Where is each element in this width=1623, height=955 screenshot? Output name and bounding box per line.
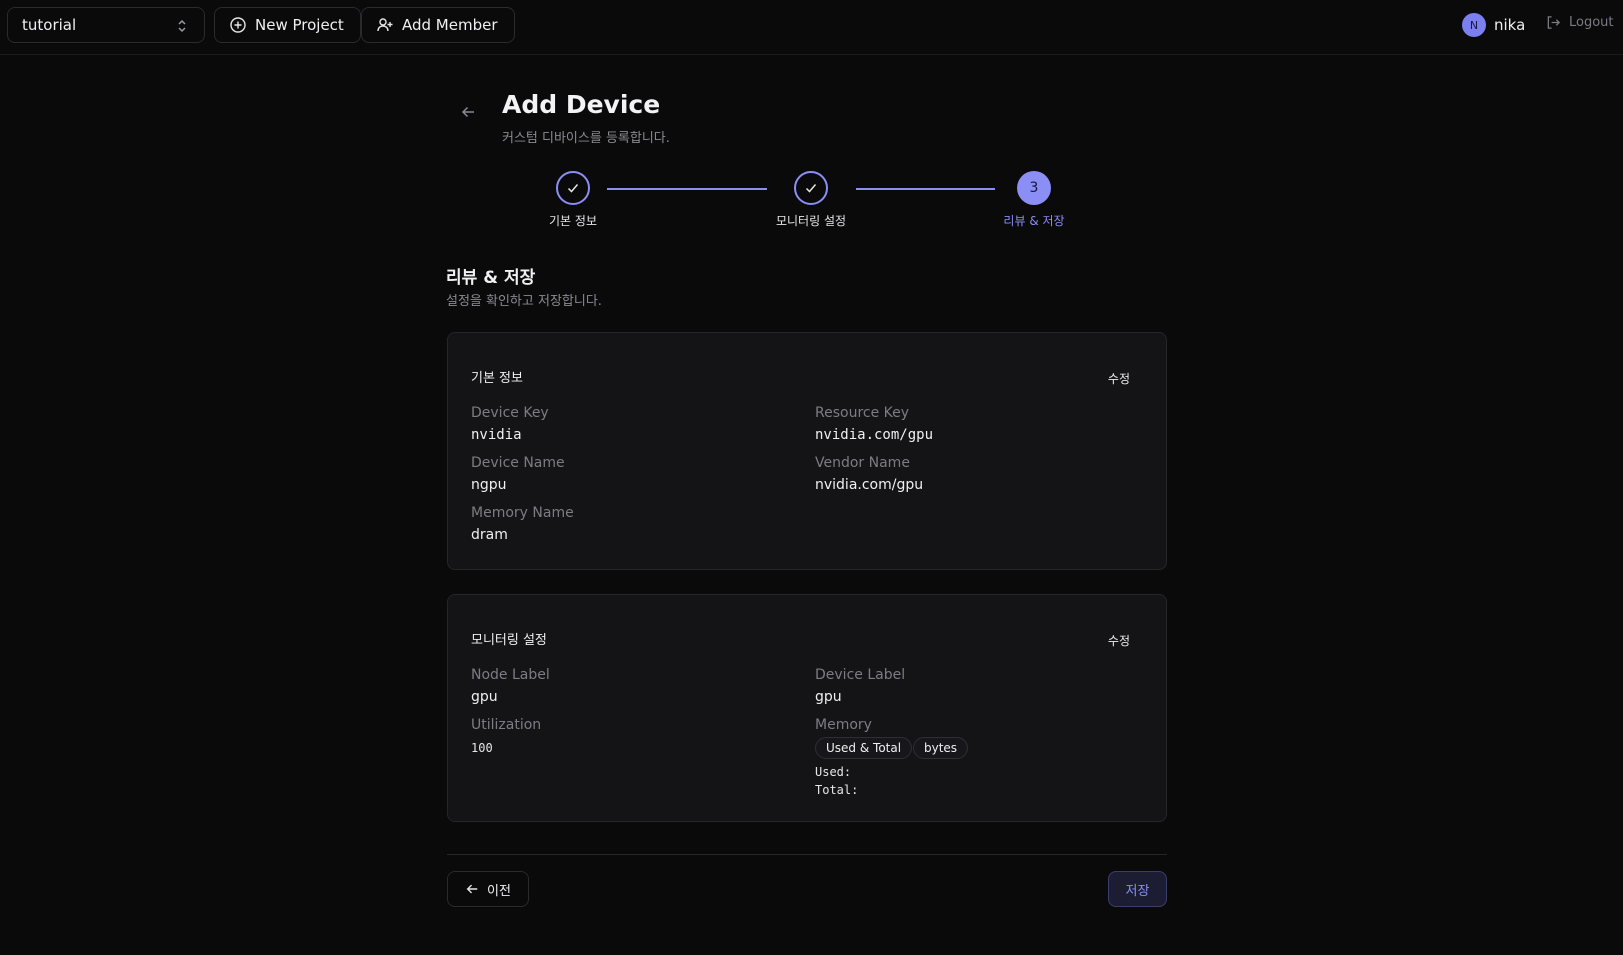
footer-divider — [447, 854, 1167, 855]
section-title: 리뷰 & 저장 — [446, 268, 536, 288]
save-button[interactable]: 저장 — [1108, 871, 1167, 907]
step-2-label: 모니터링 설정 — [775, 214, 847, 228]
basic-info-card: 기본 정보 수정 Device Key nvidia Resource Key … — [447, 332, 1167, 570]
memory-name-label: Memory Name — [471, 505, 574, 521]
previous-button[interactable]: 이전 — [447, 871, 529, 907]
monitoring-card: 모니터링 설정 수정 Node Label gpu Device Label g… — [447, 594, 1167, 822]
monitoring-title: 모니터링 설정 — [471, 633, 547, 648]
back-arrow-icon[interactable] — [460, 104, 476, 120]
step-2-indicator[interactable] — [794, 171, 828, 205]
plus-circle-icon — [230, 17, 246, 33]
new-project-label: New Project — [255, 16, 344, 34]
add-member-button[interactable]: Add Member — [361, 7, 515, 43]
node-label-label: Node Label — [471, 667, 550, 683]
page-title: Add Device — [502, 90, 661, 119]
top-bar: tutorial New Project Add Member N nika L… — [0, 0, 1623, 55]
device-key-value: nvidia — [471, 427, 522, 443]
device-name-value: ngpu — [471, 477, 507, 493]
section-subtitle: 설정을 확인하고 저장합니다. — [446, 294, 602, 309]
device-label-value: gpu — [815, 689, 842, 705]
node-label-value: gpu — [471, 689, 498, 705]
memory-used-label: Used: — [815, 765, 852, 779]
step-1-indicator[interactable] — [556, 171, 590, 205]
step-1-label: 기본 정보 — [549, 214, 597, 228]
basic-info-title: 기본 정보 — [471, 371, 523, 386]
resource-key-value: nvidia.com/gpu — [815, 427, 934, 443]
add-member-label: Add Member — [402, 16, 498, 34]
basic-info-edit-button[interactable]: 수정 — [1108, 370, 1130, 387]
resource-key-label: Resource Key — [815, 405, 910, 421]
step-3-indicator[interactable]: 3 — [1017, 171, 1051, 205]
chevron-up-down-icon — [178, 19, 186, 33]
device-key-label: Device Key — [471, 405, 549, 421]
previous-label: 이전 — [487, 883, 511, 899]
memory-label: Memory — [815, 717, 872, 733]
utilization-label: Utilization — [471, 717, 542, 733]
avatar: N — [1462, 13, 1486, 37]
memory-name-value: dram — [471, 527, 508, 543]
utilization-value: 100 — [471, 741, 493, 755]
project-select-value: tutorial — [22, 16, 77, 34]
memory-total-label: Total: — [815, 783, 859, 797]
user-name: nika — [1494, 16, 1526, 34]
logout-icon — [1547, 16, 1561, 29]
step-connector-1 — [607, 188, 767, 190]
user-menu[interactable]: N nika — [1462, 13, 1525, 37]
logout-button[interactable]: Logout — [1546, 15, 1614, 30]
new-project-button[interactable]: New Project — [214, 7, 361, 43]
step-3-label: 리뷰 & 저장 — [1003, 214, 1065, 228]
project-select[interactable]: tutorial — [7, 7, 205, 43]
user-plus-icon — [377, 18, 393, 32]
vendor-name-value: nvidia.com/gpu — [815, 477, 924, 493]
monitoring-edit-button[interactable]: 수정 — [1108, 632, 1130, 649]
device-name-label: Device Name — [471, 455, 565, 471]
check-icon — [805, 184, 817, 193]
logout-label: Logout — [1569, 15, 1614, 30]
device-label-label: Device Label — [815, 667, 906, 683]
memory-unit-badge: bytes — [913, 737, 969, 759]
page-subtitle: 커스텀 디바이스를 등록합니다. — [502, 131, 670, 146]
step-connector-2 — [856, 188, 995, 190]
vendor-name-label: Vendor Name — [815, 455, 910, 471]
memory-mode-badge: Used & Total — [815, 737, 913, 759]
arrow-left-icon — [466, 884, 478, 894]
check-icon — [567, 184, 579, 193]
